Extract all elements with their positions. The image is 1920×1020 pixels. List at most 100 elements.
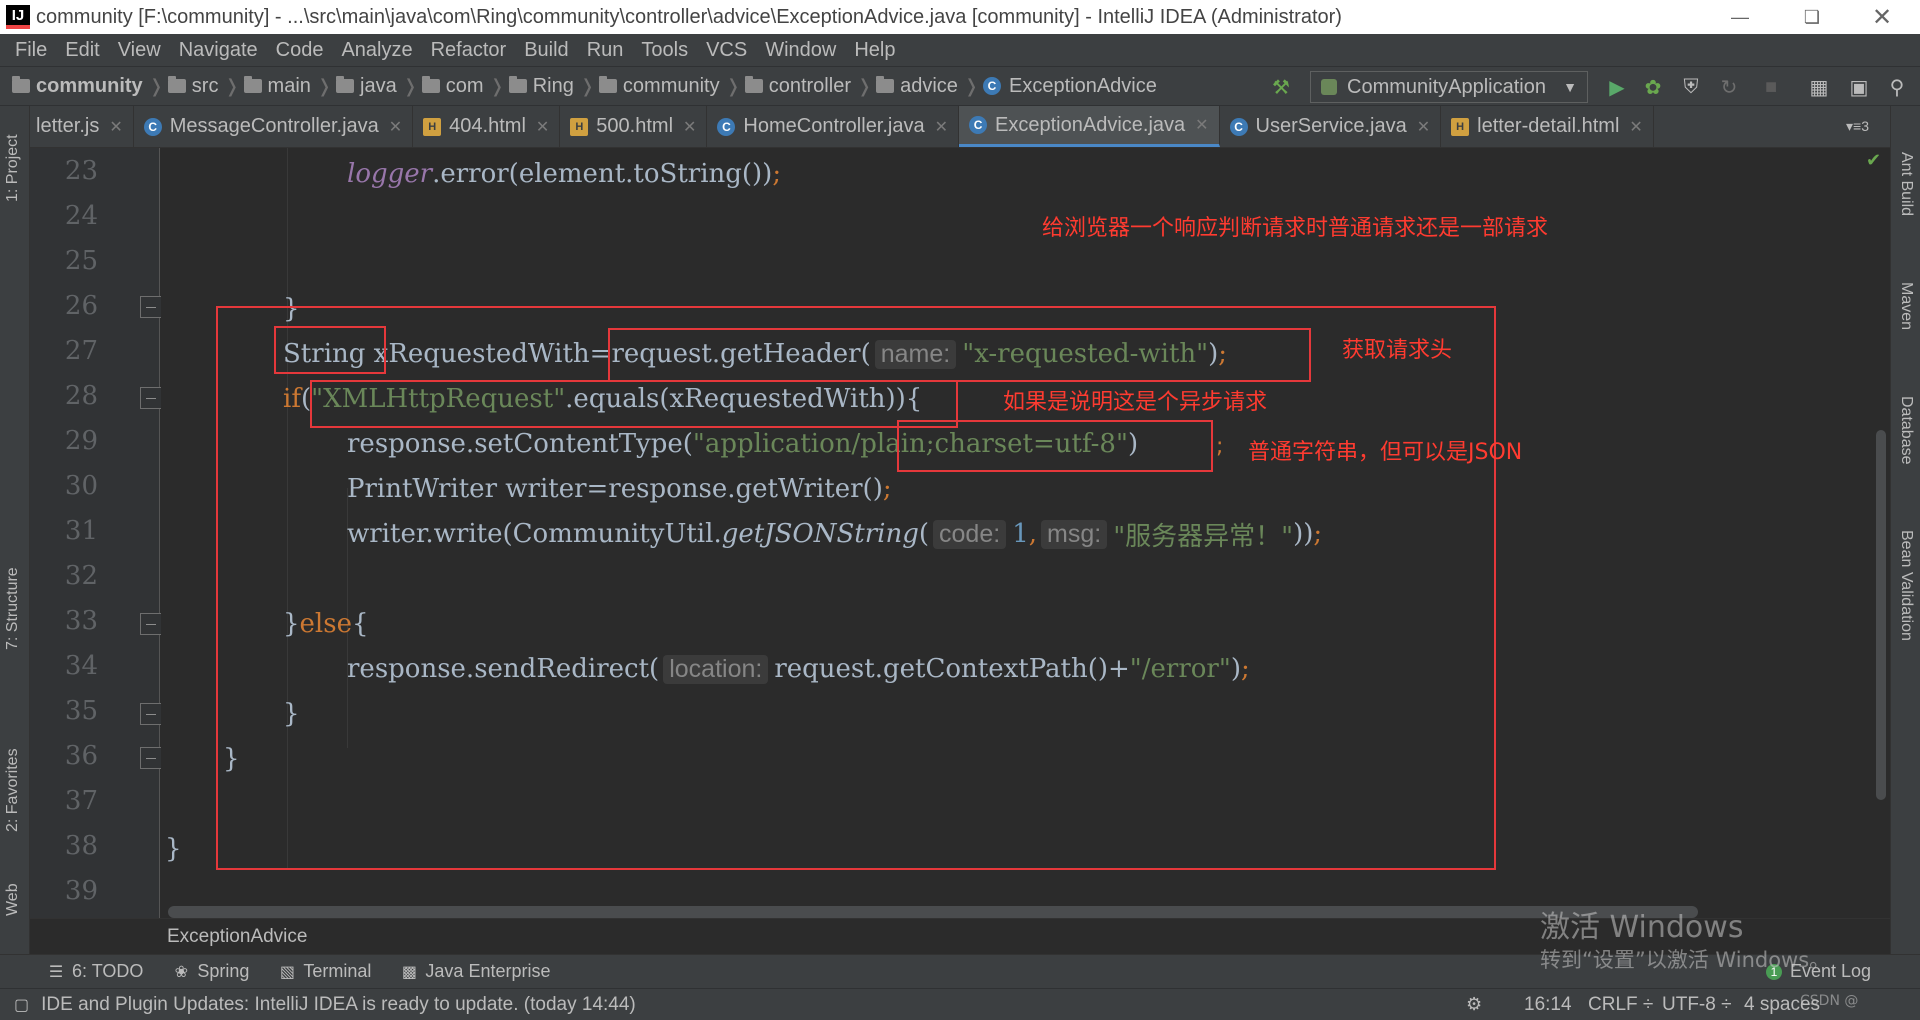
horizontal-scrollbar[interactable] [168,906,1698,918]
tool-maven[interactable]: Maven [1897,282,1915,330]
menu-navigate[interactable]: Navigate [170,39,267,62]
tool-database[interactable]: Database [1897,396,1915,465]
tool-structure[interactable]: 7: Structure [4,567,22,650]
tab-exception-advice[interactable]: C ExceptionAdvice.java ✕ [959,106,1220,147]
menu-window[interactable]: Window [756,39,845,62]
fold-marker-icon[interactable] [140,703,162,725]
status-message[interactable]: IDE and Plugin Updates: IntelliJ IDEA is… [41,994,636,1016]
annotation-box-string [274,326,386,374]
folder-icon [336,76,354,93]
tab-user-service[interactable]: C UserService.java ✕ [1220,106,1442,147]
menu-build[interactable]: Build [515,39,577,62]
chevron-right-icon: ❭ [489,75,505,96]
tab-message-controller[interactable]: C MessageController.java ✕ [134,106,414,147]
tab-home-controller[interactable]: C HomeController.java ✕ [707,106,960,147]
tool-web[interactable]: Web [4,883,22,916]
breadcrumb-community[interactable]: community ❭ [598,75,741,98]
close-tab-icon[interactable]: ✕ [1195,115,1208,135]
tool-bean-validation[interactable]: Bean Validation [1897,530,1915,641]
tool-java-enterprise[interactable]: ▩ Java Enterprise [401,961,551,982]
minimize-icon[interactable]: — [1710,0,1770,34]
menu-edit[interactable]: Edit [56,39,108,62]
tool-favorites[interactable]: 2: Favorites [4,748,22,832]
tool-ant-build[interactable]: Ant Build [1897,152,1915,216]
tool-terminal[interactable]: ▧ Terminal [279,961,372,982]
stop-icon[interactable]: ■ [1760,76,1782,98]
tool-spring[interactable]: ❀ Spring [173,961,250,982]
tab-letter-detail-html[interactable]: Hletter-detail.html ✕ [1441,106,1654,147]
project-structure-icon[interactable]: ▦ [1808,76,1830,99]
class-icon: C [143,117,162,136]
close-tab-icon[interactable]: ✕ [1629,117,1642,137]
coverage-icon[interactable]: ⛨ [1680,76,1702,98]
close-tab-icon[interactable]: ✕ [536,117,549,137]
structure-breadcrumb-class[interactable]: ExceptionAdvice [167,926,307,948]
menu-code[interactable]: Code [267,39,333,62]
line-number: 35 [64,696,98,726]
annotation-async-note: 如果是说明这是个异步请求 [1003,390,1268,415]
spring-boot-icon [1321,79,1337,95]
search-icon[interactable]: ⚲ [1886,76,1908,99]
breadcrumb-java[interactable]: java ❭ [336,75,418,98]
menu-analyze[interactable]: Analyze [332,39,421,62]
title-bar: IJ community [F:\community] - ...\src\ma… [0,0,1920,34]
tab-404-html[interactable]: H 404.html ✕ [413,106,561,147]
fold-marker-icon[interactable] [140,747,162,769]
close-icon[interactable]: ✕ [1852,0,1912,34]
breadcrumb-controller[interactable]: controller ❭ [744,75,872,98]
chevron-right-icon: ❭ [316,75,332,96]
spring-icon: ❀ [174,963,189,981]
chevron-right-icon: ❭ [224,75,240,96]
breadcrumb-advice[interactable]: advice ❭ [876,75,979,98]
chevron-right-icon: ❭ [963,75,979,96]
folder-icon [243,76,262,93]
annotation-string-note: 普通字符串，但可以是JSON [1248,440,1523,465]
tab-500-html[interactable]: H 500.html ✕ [560,106,708,147]
breadcrumb-ring[interactable]: Ring ❭ [508,75,595,98]
breadcrumb-community-root[interactable]: community ❭ [12,75,164,98]
fold-marker-icon[interactable] [140,296,162,318]
close-tab-icon[interactable]: ✕ [935,117,948,137]
build-hammer-icon[interactable]: ⚒ [1270,76,1292,99]
menu-run[interactable]: Run [578,39,633,62]
run-icon[interactable]: ▶ [1606,76,1628,99]
tab-letter-js[interactable]: letter.js ✕ [30,106,134,147]
breadcrumb-class[interactable]: C ExceptionAdvice [982,75,1157,98]
menu-vcs[interactable]: VCS [697,39,756,62]
breadcrumb-com[interactable]: com ❭ [421,75,505,98]
close-tab-icon[interactable]: ✕ [1417,117,1430,137]
menu-help[interactable]: Help [845,39,904,62]
file-encoding[interactable]: UTF-8 ÷ [1662,994,1732,1016]
close-tab-icon[interactable]: ✕ [109,117,122,137]
menu-view[interactable]: View [109,39,170,62]
menu-file[interactable]: File [6,39,56,62]
close-tab-icon[interactable]: ✕ [389,117,402,137]
vertical-scrollbar[interactable] [1876,430,1886,800]
toggle-tool-windows-icon[interactable]: ▢ [14,995,29,1015]
profile-icon[interactable]: ↻ [1718,76,1740,99]
settings-icon[interactable]: ⚙ [1466,994,1482,1015]
tabs-overflow-button[interactable]: ▾≡3 [1846,118,1869,135]
close-tab-icon[interactable]: ✕ [683,117,696,137]
menu-bar: File Edit View Navigate Code Analyze Ref… [0,34,1920,66]
annotation-semicolon: ; [1216,434,1224,459]
tool-project[interactable]: 1: Project [4,134,22,202]
inspection-ok-icon[interactable]: ✔ [1866,150,1881,171]
code-line-23: logger .error(element.toString()); [347,159,782,189]
menu-refactor[interactable]: Refactor [422,39,516,62]
line-separator[interactable]: CRLF ÷ [1588,994,1653,1016]
debug-icon[interactable]: ✿ [1642,76,1664,99]
run-dashboard-icon[interactable]: ▣ [1848,76,1870,99]
breadcrumb-main[interactable]: main ❭ [243,75,332,98]
annotation-box-if [310,380,958,428]
caret-position[interactable]: 16:14 [1524,994,1572,1016]
line-number: 37 [64,786,98,816]
restore-icon[interactable]: ❏ [1782,0,1842,34]
run-configuration-select[interactable]: CommunityApplication ▼ [1310,71,1588,103]
fold-marker-icon[interactable] [140,613,162,635]
menu-tools[interactable]: Tools [632,39,697,62]
fold-marker-icon[interactable] [140,387,162,409]
breadcrumb-src[interactable]: src ❭ [167,75,240,98]
tool-todo[interactable]: ☰ 6: TODO [48,961,144,982]
line-number: 26 [64,291,98,321]
